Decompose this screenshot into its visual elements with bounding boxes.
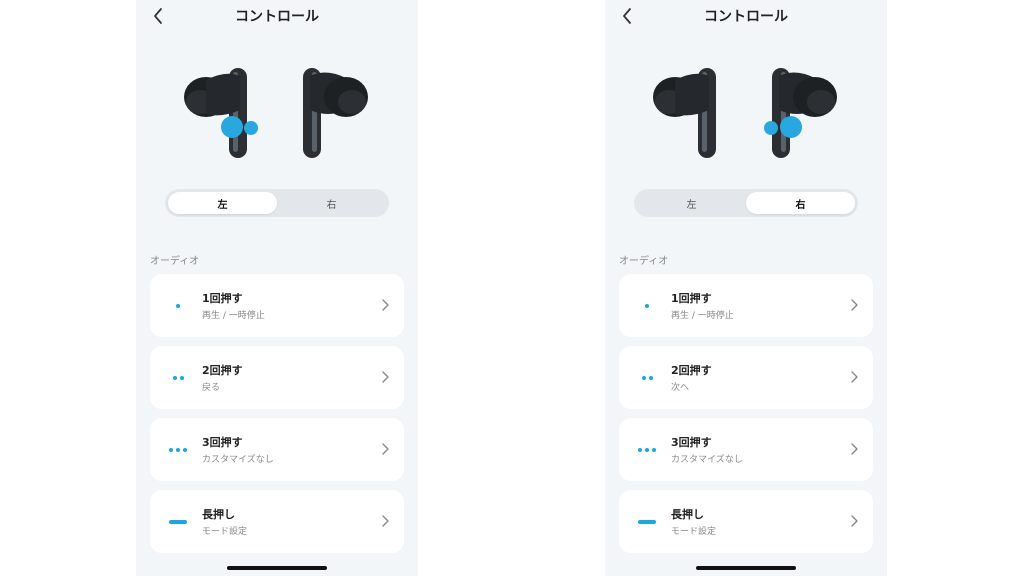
row-title: 2回押す [671,364,712,377]
section-label-audio: オーディオ [150,256,200,267]
tab-left[interactable]: 左 [637,192,746,214]
right-earbud-icon [303,68,368,158]
earbuds-image [184,68,368,158]
double-dot-icon [635,346,659,409]
control-row-double-tap[interactable]: 2回押す 戻る [150,346,404,409]
earbuds-image [653,68,837,158]
nav-bar: コントロール [605,0,887,34]
double-dot-icon [166,346,190,409]
row-subtitle: 再生 / 一時停止 [671,311,734,321]
control-row-triple-tap[interactable]: 3回押す カスタマイズなし [619,418,873,481]
section-label-audio: オーディオ [619,256,669,267]
row-subtitle: カスタマイズなし [202,455,274,465]
chevron-right-icon [382,443,389,455]
row-title: 3回押す [671,436,712,449]
touch-indicator-icon [780,116,802,138]
chevron-right-icon [382,515,389,527]
chevron-right-icon [851,443,858,455]
right-earbud-icon [772,68,837,158]
long-press-dash-icon [635,490,659,553]
triple-dot-icon [166,418,190,481]
tab-right[interactable]: 右 [277,192,386,214]
tab-right[interactable]: 右 [746,192,855,214]
earbud-side-toggle: 左 右 [634,189,858,217]
nav-bar: コントロール [136,0,418,34]
row-title: 長押し [202,508,235,521]
row-subtitle: モード設定 [202,527,248,537]
left-earbud-icon [184,68,247,158]
triple-dot-icon [635,418,659,481]
single-dot-icon [166,274,190,337]
chevron-right-icon [851,515,858,527]
page-title: コントロール [235,9,319,25]
control-row-single-tap[interactable]: 1回押す 再生 / 一時停止 [150,274,404,337]
left-earbud-icon [653,68,716,158]
control-row-double-tap[interactable]: 2回押す 次へ [619,346,873,409]
chevron-right-icon [851,371,858,383]
control-row-triple-tap[interactable]: 3回押す カスタマイズなし [150,418,404,481]
chevron-right-icon [851,299,858,311]
row-subtitle: 次へ [671,383,690,393]
home-indicator [696,566,796,570]
chevron-right-icon [382,371,389,383]
row-subtitle: 再生 / 一時停止 [202,311,265,321]
row-title: 1回押す [202,292,243,305]
row-title: 2回押す [202,364,243,377]
control-screen-right: コントロール 左 右 オーディオ 1回押す 再生 / 一時停止 2回押す 次へ … [605,0,887,576]
control-row-single-tap[interactable]: 1回押す 再生 / 一時停止 [619,274,873,337]
page-title: コントロール [704,9,788,25]
row-title: 長押し [671,508,704,521]
touch-indicator-icon [221,116,243,138]
control-row-long-press[interactable]: 長押し モード設定 [150,490,404,553]
earbud-side-toggle: 左 右 [165,189,389,217]
tab-left[interactable]: 左 [168,192,277,214]
control-screen-left: コントロール 左 右 オーディオ 1回押す 再生 / 一時停止 2回押す 戻る … [136,0,418,576]
row-subtitle: 戻る [202,383,221,393]
row-title: 3回押す [202,436,243,449]
home-indicator [227,566,327,570]
control-row-long-press[interactable]: 長押し モード設定 [619,490,873,553]
row-subtitle: カスタマイズなし [671,455,743,465]
row-subtitle: モード設定 [671,527,717,537]
single-dot-icon [635,274,659,337]
long-press-dash-icon [166,490,190,553]
row-title: 1回押す [671,292,712,305]
chevron-right-icon [382,299,389,311]
